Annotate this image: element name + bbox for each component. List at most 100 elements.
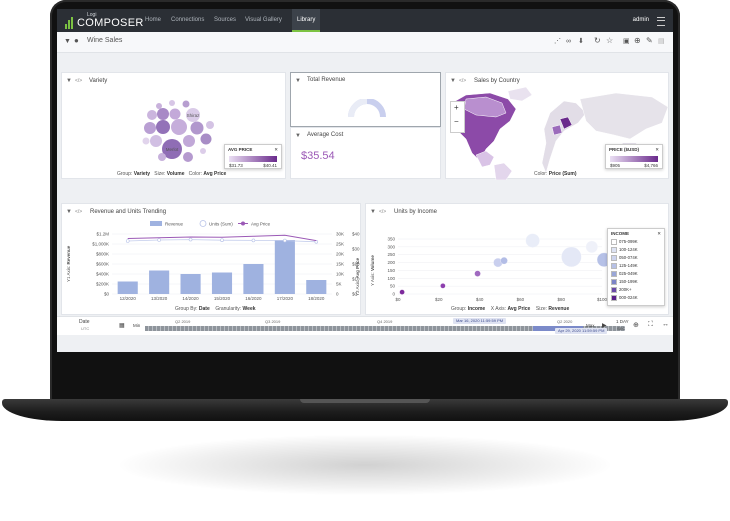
nav-connections[interactable]: Connections [171,9,204,32]
timeline-label: Date [79,319,90,325]
legend-swatch [611,263,617,269]
zoom-in-button[interactable]: + [454,103,459,112]
legend-max: $4,766 [644,163,658,168]
legend-swatch [611,239,617,245]
point-units [220,238,224,243]
x-tick-label: 16/2020 [245,296,262,301]
y-tick-label: 100 [387,276,395,281]
y-tick-label: 150 [387,268,395,273]
legend-item-label: 100-124K [619,247,638,253]
price-legend: PRICE ($USD) ✕ $905 $4,766 [605,144,663,169]
scatter-point [500,257,508,265]
bar-revenue [117,281,138,294]
scatter-point [440,283,446,289]
variety-card: ▼ </> Variety Shiraz Merlot AVG PRICE ✕ [61,72,286,179]
calendar-icon[interactable]: ▦ [119,322,125,329]
timeline-max: Max [586,323,595,328]
legend-item[interactable]: 050-074K [611,255,638,261]
y3-tick-label: $10 [352,277,360,282]
x-tick-label: 14/2020 [182,296,199,301]
filter-icon[interactable]: ▼ [295,133,301,139]
legend-item[interactable]: 125-149K [611,263,638,269]
close-icon[interactable]: ✕ [657,231,661,237]
bubble-label: Shiraz [187,113,201,118]
y2-tick-label: 10K [336,272,344,277]
logo-bars-icon [65,17,75,29]
zoom-icon[interactable]: ⊕ [633,321,639,329]
share-icon[interactable]: ⋰ [554,38,561,45]
expand-icon[interactable]: ↔ [662,321,669,328]
color-gradient [610,156,658,162]
legend-title: AVG PRICE [228,147,253,152]
step-size[interactable]: 1 DAY [616,319,629,324]
download-icon[interactable]: ⬇ [578,38,584,45]
x-tick-label: $0 [395,297,401,302]
end-date-tag[interactable]: Apr 29, 2020 11:59:59 PM [555,328,608,334]
refresh-icon[interactable]: ↻ [594,37,601,45]
y-tick-label: 350 [387,237,395,242]
scatter-point [399,289,405,295]
dashboard-header: ▼ ● Wine Sales ⋰ ∞ ⬇ ↻ ☆ ▣ ⊕ ✎ ▤ [57,32,673,53]
star-icon[interactable]: ☆ [606,37,613,45]
average-cost-value: $35.54 [301,150,335,162]
trash-icon[interactable]: ▣ [623,38,630,45]
zoom-out-button[interactable]: − [454,117,459,126]
income-legend: INCOME ✕ 075-099K 100-124K 050-074K 125-149… [607,228,665,306]
y-tick-label: 50 [390,284,396,289]
bubble-label: Merlot [166,147,179,152]
legend-label: Revenue [165,222,184,227]
bar-revenue [274,240,295,294]
print-icon[interactable]: ▤ [658,38,665,45]
legend-item[interactable]: 000-024K [611,295,638,301]
nav-sources[interactable]: Sources [214,9,236,32]
filter-icon[interactable]: ▼ [295,78,301,84]
legend-item[interactable]: 100-124K [611,247,638,253]
nav-home[interactable]: Home [145,9,161,32]
point-units [157,238,161,242]
legend-item[interactable]: 025-049K [611,271,638,277]
x-tick-label: $20 [435,297,443,302]
edit-icon[interactable]: ✎ [646,37,653,45]
total-revenue-card[interactable]: ▼ Total Revenue [290,72,441,127]
fit-icon[interactable]: ⛶ [648,321,653,329]
y2-tick-label: 5K [336,282,342,287]
close-icon[interactable]: ✕ [655,147,659,153]
legend-swatch [611,247,617,253]
start-date-tag[interactable]: Mar 16, 2020 11:59:59 PM [453,318,507,324]
color-gradient [229,156,277,162]
hamburger-menu-icon[interactable] [657,17,665,26]
point-units [188,237,193,242]
gauge-icon [348,99,386,118]
link-icon[interactable]: ∞ [566,38,571,45]
quarter-label: Q3 2019 [265,319,281,324]
legend-item[interactable]: 075-099K [611,239,638,245]
trending-footer: Group By: Date Granularity: Week [175,306,256,312]
filter-icon[interactable]: ▼ [64,38,71,45]
legend-item-label: 150-199K [619,279,638,285]
legend-item-label: 125-149K [619,263,638,269]
legend-swatch [611,287,617,293]
logo-text: COMPOSER [77,17,144,29]
legend-item[interactable]: 200K+ [611,287,632,293]
legend-item-label: 025-049K [619,271,638,277]
close-icon[interactable]: ✕ [274,147,278,153]
avg-price-legend: AVG PRICE ✕ $31.73 $40.41 [224,144,282,169]
y2-tick-label: 30K [336,232,344,237]
play-icon[interactable]: ▶ [602,322,607,329]
user-menu[interactable]: admin [633,9,649,32]
nav-library[interactable]: Library [292,9,321,32]
bar-revenue [211,272,233,294]
legend-item-label: 050-074K [619,255,638,261]
y1-tick-label: $800K [96,252,109,257]
time-bar: Date UTC ▦ Min Q2 2019 Q3 2019 Q4 2019 Q… [57,316,673,335]
nav-visual-gallery[interactable]: Visual Gallery [245,9,282,32]
x-tick-label: 17/2020 [277,296,294,301]
legend-item[interactable]: 150-199K [611,279,638,285]
y1-tick-label: $1,000K [92,242,109,247]
x-tick-label: $60 [517,297,525,302]
info-icon[interactable]: ● [74,37,79,45]
legend-max: $40.41 [263,163,277,168]
sales-by-country-card: ▼ </> Sales by Country + − PRICE ($USD) … [445,72,669,180]
y-tick-label: 0 [392,292,395,297]
add-icon[interactable]: ⊕ [634,37,641,45]
